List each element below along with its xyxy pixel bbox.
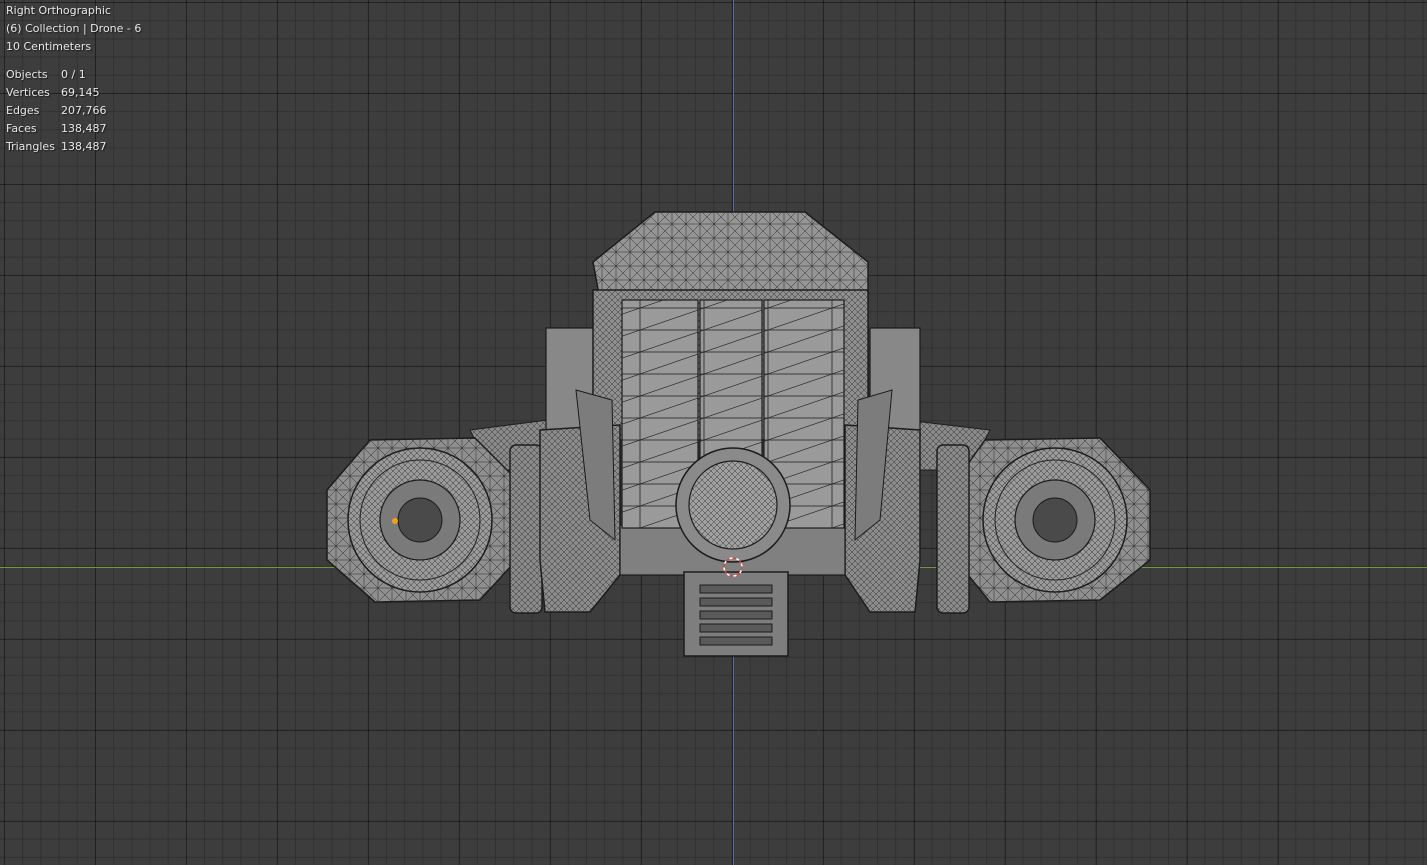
- stat-row-faces: Faces 138,487: [6, 120, 107, 138]
- stat-value: 138,487: [61, 122, 107, 135]
- stat-value: 69,145: [61, 86, 100, 99]
- stat-label: Edges: [6, 104, 40, 117]
- bottom-vent: [683, 571, 789, 657]
- stat-value: 207,766: [61, 104, 107, 117]
- scene-statistics: Objects 0 / 1 Vertices 69,145 Edges 207,…: [6, 66, 107, 156]
- camera-sphere: [675, 447, 791, 563]
- viewport-info: Right Orthographic (6) Collection | Dron…: [6, 2, 141, 56]
- view-name: Right Orthographic: [6, 4, 111, 17]
- right-engine: [959, 437, 1151, 603]
- grid-scale: 10 Centimeters: [6, 40, 92, 53]
- drone-model[interactable]: [0, 0, 1427, 865]
- stat-row-objects: Objects 0 / 1: [6, 66, 107, 84]
- stat-row-triangles: Triangles 138,487: [6, 138, 107, 156]
- stat-label: Vertices: [6, 86, 50, 99]
- stat-row-edges: Edges 207,766: [6, 102, 107, 120]
- stat-label: Objects: [6, 68, 48, 81]
- collection-info: (6) Collection | Drone - 6: [6, 22, 142, 35]
- stat-label: Triangles: [6, 140, 55, 153]
- left-engine: [326, 437, 513, 603]
- stat-value: 0 / 1: [61, 68, 86, 81]
- stat-value: 138,487: [61, 140, 107, 153]
- stat-label: Faces: [6, 122, 37, 135]
- stat-row-vertices: Vertices 69,145: [6, 84, 107, 102]
